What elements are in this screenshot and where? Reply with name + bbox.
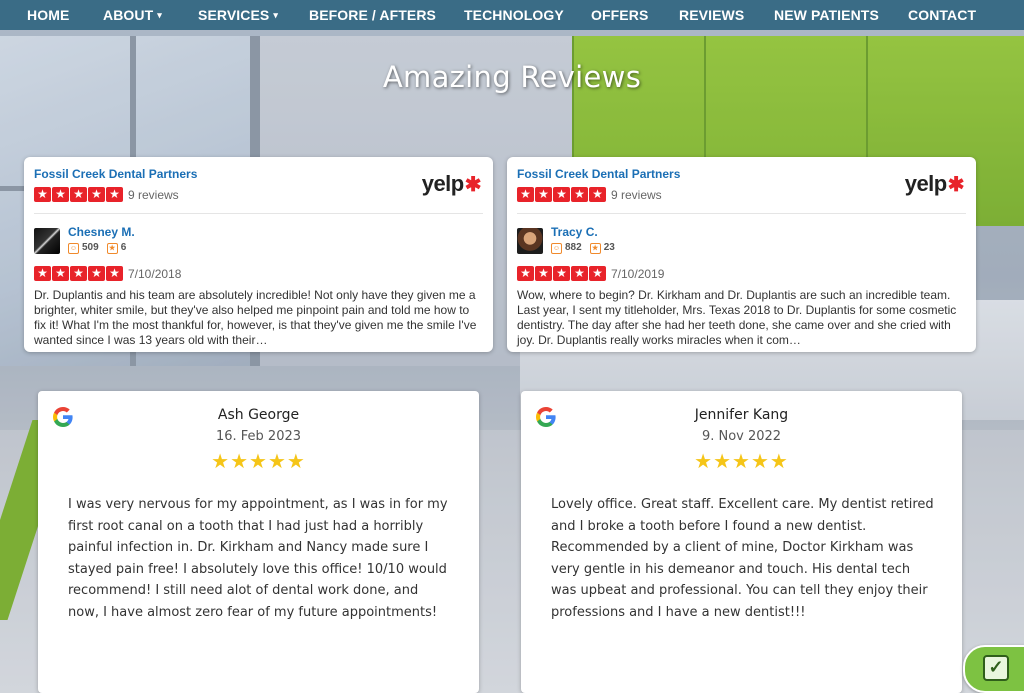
friends-icon: ☺	[551, 243, 562, 254]
business-rating-stars: ★ ★ ★ ★ ★	[34, 187, 123, 202]
nav-item-before-afters[interactable]: BEFORE / AFTERS	[309, 7, 436, 23]
avatar[interactable]	[34, 228, 60, 254]
review-date: 9. Nov 2022	[701, 429, 782, 444]
google-review-card: Ash George 16. Feb 2023 ★★★★★ I was very…	[38, 391, 479, 693]
divider	[34, 213, 483, 214]
nav-item-about[interactable]: ABOUT ▾	[103, 7, 162, 23]
reviewer-stats: ☺ 882 ★ 23	[551, 242, 615, 254]
yelp-logo[interactable]: yelp✱	[422, 171, 482, 197]
review-date: 16. Feb 2023	[215, 429, 302, 444]
review-date: 7/10/2018	[128, 267, 182, 281]
reviewer-name-link[interactable]: Chesney M.	[68, 225, 135, 239]
review-text[interactable]: Dr. Duplantis and his team are absolutel…	[34, 288, 483, 348]
review-count[interactable]: 9 reviews	[128, 188, 179, 202]
yelp-burst-icon: ✱	[464, 174, 482, 196]
nav-item-reviews[interactable]: REVIEWS	[679, 7, 744, 23]
verified-check-icon: ✓	[983, 655, 1009, 681]
nav-item-contact[interactable]: CONTACT	[908, 7, 976, 23]
nav-item-services[interactable]: SERVICES ▾	[198, 7, 278, 23]
reviewer-name-link[interactable]: Tracy C.	[551, 225, 598, 239]
review-text: Lovely office. Great staff. Excellent ca…	[551, 497, 934, 620]
section-title: Amazing Reviews	[382, 60, 642, 94]
reviewer-stats: ☺ 509 ★ 6	[68, 242, 127, 254]
chevron-down-icon: ▾	[157, 10, 162, 20]
business-name-link[interactable]: Fossil Creek Dental Partners	[34, 167, 197, 181]
review-count[interactable]: 9 reviews	[611, 188, 662, 202]
verified-badge-button[interactable]: ✓	[963, 645, 1024, 693]
review-date: 7/10/2019	[611, 267, 665, 281]
nav-item-technology[interactable]: TECHNOLOGY	[464, 7, 564, 23]
divider	[517, 213, 966, 214]
rating-stars: ★★★★★	[694, 449, 789, 473]
business-rating-stars: ★ ★ ★ ★ ★	[517, 187, 606, 202]
nav-item-offers[interactable]: OFFERS	[591, 7, 648, 23]
yelp-review-card: Fossil Creek Dental Partners ★ ★ ★ ★ ★ 9 rev…	[507, 157, 976, 352]
review-text[interactable]: Wow, where to begin? Dr. Kirkham and Dr.…	[517, 288, 966, 348]
review-star-icon: ★	[106, 243, 118, 254]
reviewer-name: Ash George	[217, 407, 300, 423]
chevron-down-icon: ▾	[273, 10, 278, 20]
yelp-logo[interactable]: yelp✱	[905, 171, 965, 197]
business-name-link[interactable]: Fossil Creek Dental Partners	[517, 167, 680, 181]
yelp-review-card: Fossil Creek Dental Partners ★ ★ ★ ★ ★ 9 rev…	[24, 157, 493, 352]
review-star-icon: ★	[589, 243, 601, 254]
review-rating-stars: ★ ★ ★ ★ ★	[34, 266, 123, 281]
reviewer-name: Jennifer Kang	[694, 407, 789, 423]
rating-stars: ★★★★★	[211, 449, 306, 473]
review-rating-stars: ★ ★ ★ ★ ★	[517, 266, 606, 281]
google-review-card: Jennifer Kang 9. Nov 2022 ★★★★★ Lovely o…	[521, 391, 962, 693]
main-navigation: HOME ABOUT ▾ SERVICES ▾ BEFORE / AFTERS TE…	[0, 0, 1024, 30]
yelp-burst-icon: ✱	[947, 174, 965, 196]
nav-item-new-patients[interactable]: NEW PATIENTS	[774, 7, 879, 23]
nav-item-home[interactable]: HOME	[27, 7, 69, 23]
friends-icon: ☺	[68, 243, 79, 254]
review-text: I was very nervous for my appointment, a…	[68, 497, 448, 620]
avatar[interactable]	[517, 228, 543, 254]
